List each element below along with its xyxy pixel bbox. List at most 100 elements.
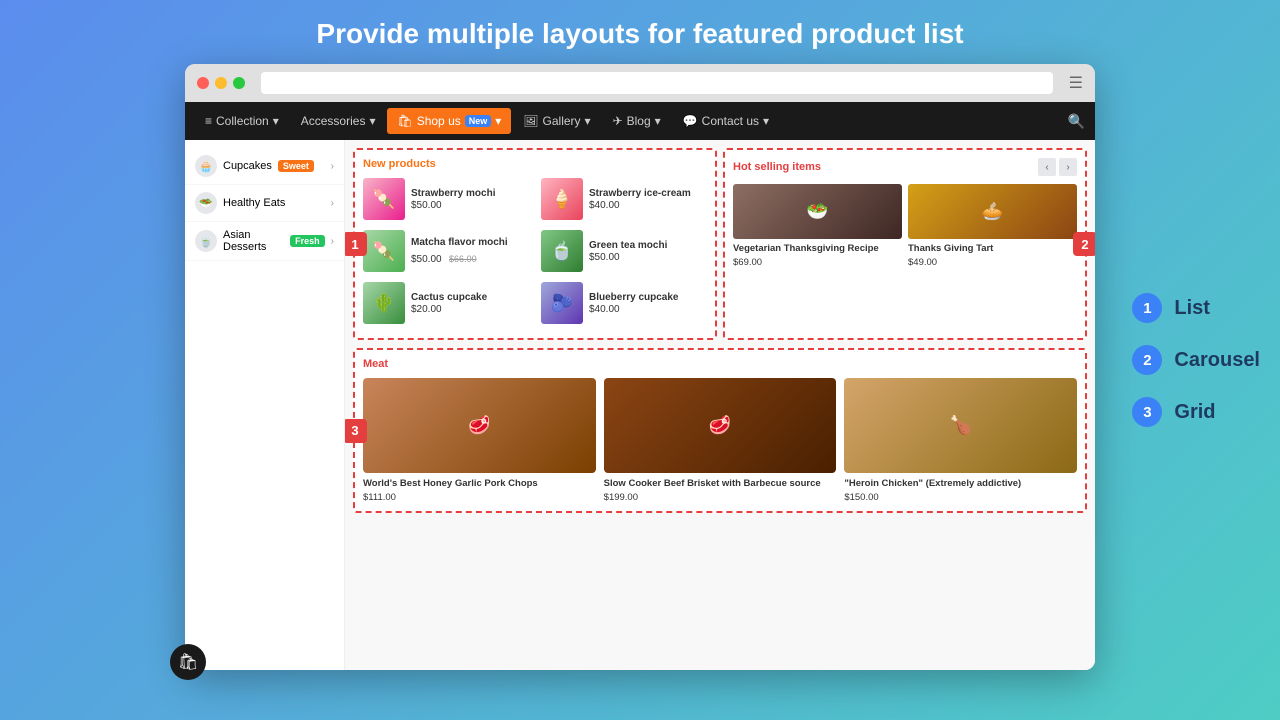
chevron-down-icon: ▾ [655, 114, 661, 128]
nav-search[interactable]: 🔍 [1068, 113, 1085, 130]
sidebar-item-healthy[interactable]: 🥗 Healthy Eats › [185, 185, 344, 222]
sidebar: 🧁 Cupcakes Sweet › 🥗 Healthy Eats › 🍵 As… [185, 140, 345, 670]
product-name: Cactus cupcake [411, 291, 487, 304]
new-badge: New [465, 115, 492, 127]
hot-product-name: Thanks Giving Tart [908, 243, 1077, 255]
list-item: 🍗 "Heroin Chicken" (Extremely addictive)… [844, 378, 1077, 503]
grid-product-name: World's Best Honey Garlic Pork Chops [363, 478, 596, 490]
hot-product-price: $69.00 [733, 257, 902, 268]
product-thumb: 🫐 [541, 282, 583, 324]
sidebar-item-cupcakes[interactable]: 🧁 Cupcakes Sweet › [185, 148, 344, 185]
product-name: Strawberry mochi [411, 187, 495, 200]
hot-product-price: $49.00 [908, 257, 1077, 268]
grid-products: 🥩 World's Best Honey Garlic Pork Chops $… [363, 378, 1077, 503]
carousel-nav: ‹ › [1038, 158, 1077, 176]
chevron-right-icon: › [331, 236, 334, 247]
product-name: Blueberry cupcake [589, 291, 679, 304]
sidebar-label: Cupcakes [223, 160, 272, 172]
content-area: 1 New products 🍡 Strawberry mochi $50.00 [345, 140, 1095, 670]
list-item: 🥩 World's Best Honey Garlic Pork Chops $… [363, 378, 596, 503]
hamburger-icon[interactable]: ☰ [1069, 73, 1083, 93]
grid-product-img: 🍗 [844, 378, 1077, 473]
blog-icon: ✈ [613, 114, 623, 128]
legend-item-list: 1 List [1132, 293, 1260, 323]
nav-collection[interactable]: ≡ Collection ▾ [195, 108, 289, 134]
fresh-tag: Fresh [290, 235, 325, 247]
list-item: 🍦 Strawberry ice-cream $40.00 [541, 178, 707, 220]
contact-icon: 💬 [683, 114, 698, 128]
page-title: Provide multiple layouts for featured pr… [296, 0, 983, 64]
product-price: $50.00 [411, 254, 442, 265]
list-item: 🥧 Thanks Giving Tart $49.00 [908, 184, 1077, 268]
sidebar-item-asian[interactable]: 🍵 Asian Desserts Fresh › [185, 222, 344, 261]
grid-product-price: $150.00 [844, 492, 1077, 503]
main-content: 🧁 Cupcakes Sweet › 🥗 Healthy Eats › 🍵 As… [185, 140, 1095, 670]
chevron-down-icon: ▾ [763, 114, 769, 128]
hot-selling-title: Hot selling items [733, 161, 821, 173]
dot-yellow[interactable] [215, 77, 227, 89]
gallery-icon: 🖼 [523, 114, 538, 128]
legend-badge-3: 3 [1132, 397, 1162, 427]
shopify-icon[interactable]: 🛍 [170, 644, 206, 680]
list-item: 🫐 Blueberry cupcake $40.00 [541, 282, 707, 324]
legend-badge-1: 1 [1132, 293, 1162, 323]
sidebar-label: Healthy Eats [223, 197, 285, 209]
hot-product-img: 🥧 [908, 184, 1077, 239]
chevron-down-icon: ▾ [369, 114, 375, 128]
dot-green[interactable] [233, 77, 245, 89]
top-sections: 1 New products 🍡 Strawberry mochi $50.00 [353, 148, 1087, 340]
sweet-tag: Sweet [278, 160, 314, 172]
meat-section: 3 Meat 🥩 World's Best Honey Garlic Pork … [353, 348, 1087, 513]
product-price: $40.00 [589, 200, 691, 211]
nav-blog[interactable]: ✈ Blog ▾ [603, 108, 671, 134]
new-products-section: 1 New products 🍡 Strawberry mochi $50.00 [353, 148, 717, 340]
grid-product-img: 🥩 [604, 378, 837, 473]
product-price: $40.00 [589, 304, 679, 315]
hot-product-name: Vegetarian Thanksgiving Recipe [733, 243, 902, 255]
chevron-right-icon: › [331, 161, 334, 172]
legend-label-grid: Grid [1174, 401, 1215, 424]
nav-shop[interactable]: 🛍 Shop us New ▾ [387, 108, 511, 134]
nav-accessories[interactable]: Accessories ▾ [291, 108, 386, 134]
product-thumb: 🍡 [363, 230, 405, 272]
badge-3: 3 [345, 419, 367, 443]
grid-icon: ≡ [205, 114, 212, 128]
carousel-next-button[interactable]: › [1059, 158, 1077, 176]
grid-product-price: $111.00 [363, 492, 596, 503]
legend-label-list: List [1174, 297, 1210, 320]
list-item: 🍵 Green tea mochi $50.00 [541, 230, 707, 272]
hot-selling-section: 2 Hot selling items ‹ › 🥗 Vegetarian Tha… [723, 148, 1087, 340]
nav-contact[interactable]: 💬 Contact us ▾ [673, 108, 779, 134]
chevron-down-icon: ▾ [273, 114, 279, 128]
legend-label-carousel: Carousel [1174, 349, 1260, 372]
meat-title: Meat [363, 358, 1077, 370]
grid-product-img: 🥩 [363, 378, 596, 473]
badge-2: 2 [1073, 232, 1095, 256]
browser-window: ☰ ≡ Collection ▾ Accessories ▾ 🛍 Shop us… [185, 64, 1095, 670]
product-name: Matcha flavor mochi [411, 236, 508, 249]
product-price: $50.00 [411, 200, 495, 211]
nav-gallery[interactable]: 🖼 Gallery ▾ [513, 108, 600, 134]
chevron-right-icon: › [331, 198, 334, 209]
legend: 1 List 2 Carousel 3 Grid [1132, 293, 1260, 427]
carousel-prev-button[interactable]: ‹ [1038, 158, 1056, 176]
product-thumb: 🍦 [541, 178, 583, 220]
list-item: 🍡 Strawberry mochi $50.00 [363, 178, 529, 220]
list-item: 🍡 Matcha flavor mochi $50.00 $66.00 [363, 230, 529, 272]
product-thumb: 🍡 [363, 178, 405, 220]
avatar: 🧁 [195, 155, 217, 177]
chevron-down-icon: ▾ [585, 114, 591, 128]
address-bar[interactable] [261, 72, 1053, 94]
product-name: Green tea mochi [589, 239, 667, 252]
dot-red[interactable] [197, 77, 209, 89]
badge-1: 1 [345, 232, 367, 256]
shop-icon: 🛍 [397, 114, 412, 128]
product-price: $20.00 [411, 304, 487, 315]
new-products-title: New products [363, 158, 707, 170]
legend-badge-2: 2 [1132, 345, 1162, 375]
product-thumb: 🍵 [541, 230, 583, 272]
product-name: Strawberry ice-cream [589, 187, 691, 200]
list-item: 🥗 Vegetarian Thanksgiving Recipe $69.00 [733, 184, 902, 268]
product-thumb: 🌵 [363, 282, 405, 324]
legend-item-grid: 3 Grid [1132, 397, 1260, 427]
